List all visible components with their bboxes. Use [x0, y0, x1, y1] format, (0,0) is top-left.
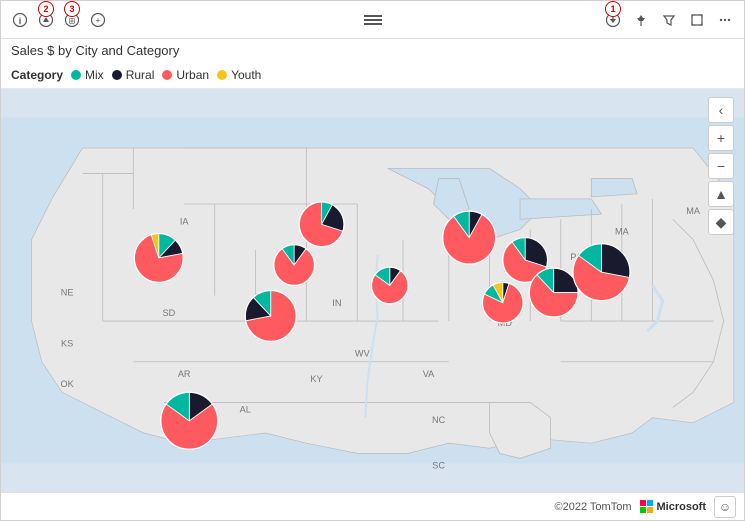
rural-label: Rural: [126, 68, 155, 82]
zoom-out-button[interactable]: −: [708, 153, 734, 179]
title-text: Sales $ by City and Category: [11, 43, 179, 58]
svg-text:PA: PA: [570, 252, 582, 262]
svg-text:KS: KS: [61, 338, 73, 348]
grid-button[interactable]: ⊞ 3: [61, 9, 83, 31]
download-button[interactable]: 1: [602, 9, 624, 31]
ms-sq-1: [640, 500, 646, 506]
annotation-3: 3: [64, 1, 80, 17]
microsoft-text: Microsoft: [657, 501, 707, 513]
map-svg: NE KS OK IA IL IN OH SD AR AL KY WV VA N…: [1, 89, 744, 492]
zoom-in-button[interactable]: +: [708, 125, 734, 151]
footer-bar: ©2022 TomTom Microsoft ☺: [1, 492, 744, 520]
toolbar: i 2 ⊞ 3 +: [1, 1, 744, 39]
svg-text:SC: SC: [432, 461, 445, 471]
map-area[interactable]: NE KS OK IA IL IN OH SD AR AL KY WV VA N…: [1, 89, 744, 492]
fullscreen-button[interactable]: [686, 9, 708, 31]
legend-label: Category: [11, 68, 63, 82]
reset-north-button[interactable]: ▲: [708, 181, 734, 207]
svg-text:OH: OH: [381, 288, 395, 298]
filter-button[interactable]: [658, 9, 680, 31]
svg-text:AR: AR: [178, 369, 191, 379]
svg-text:WV: WV: [355, 349, 371, 359]
microsoft-logo: Microsoft: [640, 500, 707, 514]
locate-button[interactable]: ◆: [708, 209, 734, 235]
svg-text:IA: IA: [180, 216, 190, 226]
ms-sq-2: [647, 500, 653, 506]
annotation-2: 2: [38, 1, 54, 17]
expand-button[interactable]: +: [87, 9, 109, 31]
svg-text:NJ: NJ: [545, 288, 556, 298]
mix-label: Mix: [85, 68, 104, 82]
more-button[interactable]: [714, 9, 736, 31]
svg-text:NC: NC: [432, 415, 446, 425]
svg-text:+: +: [95, 15, 100, 25]
urban-dot: [162, 70, 172, 80]
hamburger-line-3: [364, 23, 382, 25]
svg-text:OK: OK: [61, 379, 74, 389]
widget-container: i 2 ⊞ 3 +: [0, 0, 745, 521]
ms-sq-3: [640, 507, 646, 513]
svg-text:AL: AL: [240, 405, 251, 415]
legend-bar: Category Mix Rural Urban Youth: [1, 64, 744, 89]
svg-text:VA: VA: [423, 369, 435, 379]
ms-sq-4: [647, 507, 653, 513]
mix-dot: [71, 70, 81, 80]
legend-item-youth[interactable]: Youth: [217, 68, 261, 82]
hamburger-line-2: [364, 19, 382, 21]
svg-text:⊞: ⊞: [69, 16, 76, 25]
svg-text:KY: KY: [310, 374, 322, 384]
copyright-text: ©2022 TomTom: [555, 501, 632, 513]
map-controls: ‹ + − ▲ ◆: [708, 97, 734, 235]
svg-text:NE: NE: [61, 288, 74, 298]
youth-label: Youth: [231, 68, 261, 82]
svg-text:IN: IN: [332, 298, 341, 308]
feedback-button[interactable]: ☺: [714, 496, 736, 518]
hamburger-menu[interactable]: [364, 15, 382, 25]
rural-dot: [112, 70, 122, 80]
svg-text:MA: MA: [615, 227, 630, 237]
youth-dot: [217, 70, 227, 80]
svg-text:i: i: [19, 16, 22, 26]
up-button[interactable]: 2: [35, 9, 57, 31]
annotation-1: 1: [605, 1, 621, 17]
legend-item-mix[interactable]: Mix: [71, 68, 104, 82]
ms-squares: [640, 500, 654, 514]
info-button[interactable]: i: [9, 9, 31, 31]
chart-title: Sales $ by City and Category: [1, 39, 744, 64]
pin-button[interactable]: [630, 9, 652, 31]
svg-text:MD: MD: [498, 318, 513, 328]
collapse-button[interactable]: ‹: [708, 97, 734, 123]
urban-label: Urban: [176, 68, 209, 82]
svg-text:SD: SD: [163, 308, 176, 318]
svg-text:MA: MA: [686, 206, 701, 216]
toolbar-right: 1: [602, 9, 736, 31]
legend-item-urban[interactable]: Urban: [162, 68, 209, 82]
toolbar-left: i 2 ⊞ 3 +: [9, 9, 109, 31]
svg-text:IL: IL: [277, 267, 285, 277]
hamburger-line-1: [364, 15, 382, 17]
legend-item-rural[interactable]: Rural: [112, 68, 155, 82]
